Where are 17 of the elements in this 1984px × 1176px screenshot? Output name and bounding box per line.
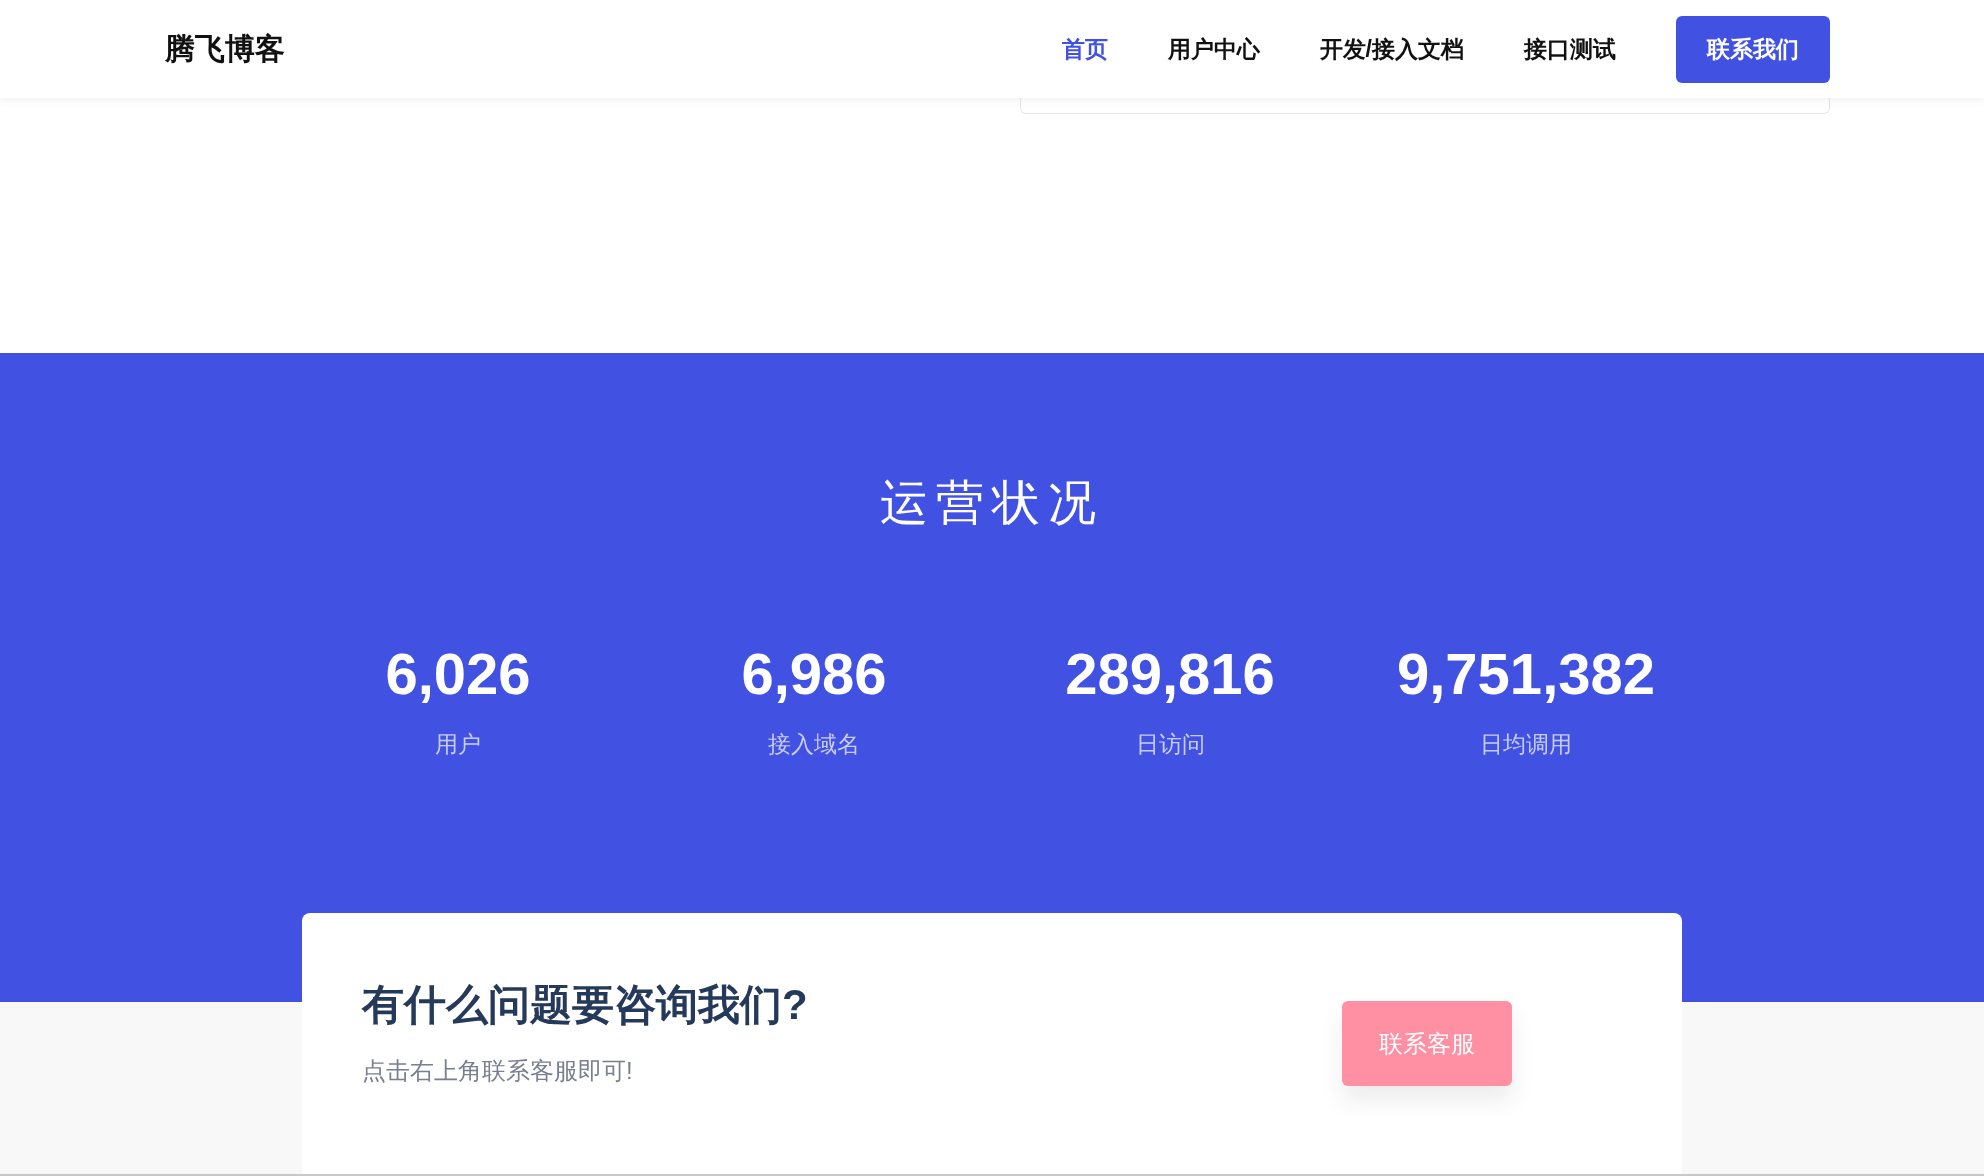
stat-label: 日均调用 (1480, 730, 1572, 759)
nav-link[interactable]: 接口测试 (1524, 33, 1616, 65)
nav-link[interactable]: 用户中心 (1167, 33, 1260, 65)
stat-value: 6,026 (385, 640, 531, 707)
stat-value: 289,816 (1065, 640, 1275, 707)
site-logo[interactable]: 腾飞博客 (165, 28, 285, 70)
nav-link[interactable]: 首页 (1061, 33, 1108, 65)
stat-label: 日访问 (1135, 730, 1205, 759)
stat-label: 接入域名 (768, 730, 860, 759)
cta-text: 点击右上角联系客服即可! (362, 1056, 634, 1086)
section-title: 运营状况 (880, 473, 1104, 532)
contact-button[interactable]: 联系我们 (1676, 15, 1830, 83)
cta-heading: 有什么问题要咨询我们? (362, 980, 808, 1030)
stat-label: 用户 (435, 730, 481, 759)
stat-value: 9,751,382 (1397, 640, 1655, 707)
nav-link[interactable]: 开发/接入文档 (1319, 33, 1464, 65)
stat-value: 6,986 (741, 640, 887, 707)
